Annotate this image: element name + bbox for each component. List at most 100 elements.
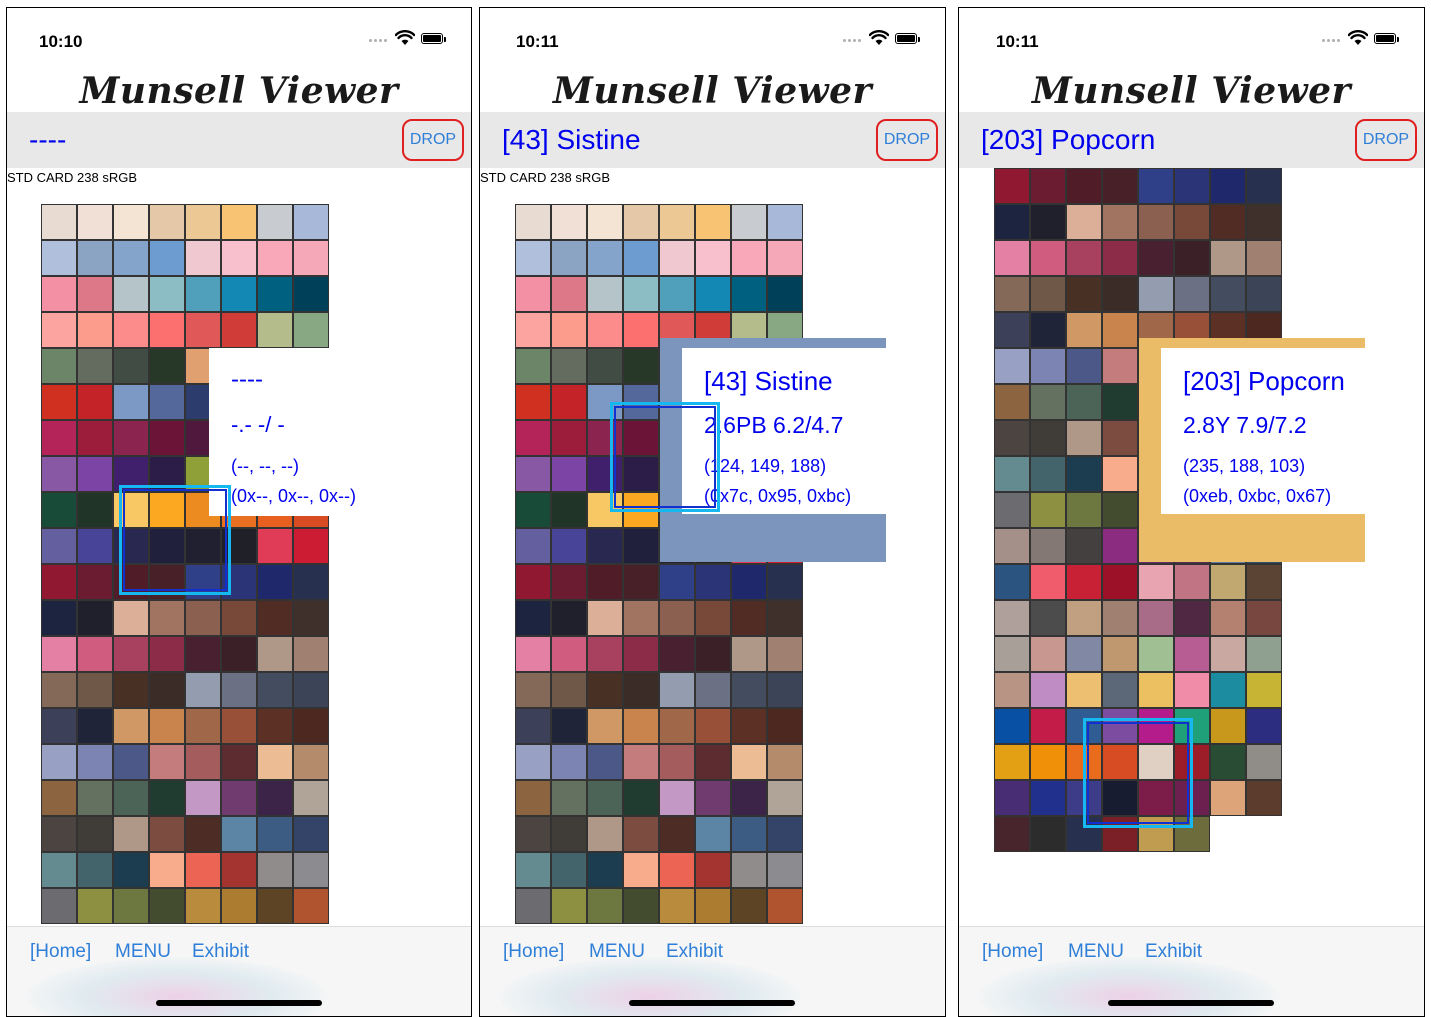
color-swatch[interactable]	[551, 564, 587, 600]
color-swatch[interactable]	[1174, 240, 1210, 276]
color-swatch[interactable]	[113, 816, 149, 852]
selection-box[interactable]	[610, 402, 720, 512]
color-swatch[interactable]	[77, 816, 113, 852]
color-swatch[interactable]	[695, 708, 731, 744]
color-swatch[interactable]	[551, 852, 587, 888]
color-swatch[interactable]	[293, 888, 329, 924]
color-swatch[interactable]	[257, 708, 293, 744]
color-swatch[interactable]	[41, 672, 77, 708]
color-swatch[interactable]	[1066, 636, 1102, 672]
color-swatch[interactable]	[221, 240, 257, 276]
color-swatch[interactable]	[623, 528, 659, 564]
color-swatch[interactable]	[113, 348, 149, 384]
color-swatch[interactable]	[77, 744, 113, 780]
color-swatch[interactable]	[731, 636, 767, 672]
color-swatch[interactable]	[41, 528, 77, 564]
color-swatch[interactable]	[149, 420, 185, 456]
color-swatch[interactable]	[41, 780, 77, 816]
color-swatch[interactable]	[77, 600, 113, 636]
color-swatch[interactable]	[221, 204, 257, 240]
color-swatch[interactable]	[1174, 204, 1210, 240]
color-swatch[interactable]	[77, 780, 113, 816]
color-swatch[interactable]	[731, 780, 767, 816]
color-swatch[interactable]	[1138, 276, 1174, 312]
color-swatch[interactable]	[623, 888, 659, 924]
color-swatch[interactable]	[994, 276, 1030, 312]
color-swatch[interactable]	[551, 420, 587, 456]
color-swatch[interactable]	[1246, 564, 1282, 600]
color-swatch[interactable]	[695, 816, 731, 852]
color-swatch[interactable]	[1210, 672, 1246, 708]
color-swatch[interactable]	[113, 780, 149, 816]
color-swatch[interactable]	[257, 276, 293, 312]
color-swatch[interactable]	[185, 708, 221, 744]
color-swatch[interactable]	[149, 636, 185, 672]
home-link[interactable]: [Home]	[503, 941, 564, 963]
color-swatch[interactable]	[1102, 348, 1138, 384]
color-swatch[interactable]	[257, 636, 293, 672]
color-swatch[interactable]	[221, 816, 257, 852]
color-swatch[interactable]	[767, 600, 803, 636]
color-swatch[interactable]	[149, 204, 185, 240]
color-swatch[interactable]	[185, 204, 221, 240]
color-swatch[interactable]	[767, 204, 803, 240]
color-swatch[interactable]	[257, 816, 293, 852]
exhibit-link[interactable]: Exhibit	[666, 941, 723, 963]
color-swatch[interactable]	[659, 240, 695, 276]
color-swatch[interactable]	[551, 672, 587, 708]
color-swatch[interactable]	[185, 636, 221, 672]
color-swatch[interactable]	[257, 600, 293, 636]
color-swatch[interactable]	[1210, 564, 1246, 600]
color-swatch[interactable]	[77, 240, 113, 276]
color-swatch[interactable]	[1030, 708, 1066, 744]
color-swatch[interactable]	[257, 204, 293, 240]
color-swatch[interactable]	[587, 780, 623, 816]
color-swatch[interactable]	[551, 492, 587, 528]
color-swatch[interactable]	[1066, 528, 1102, 564]
color-swatch[interactable]	[587, 744, 623, 780]
menu-link[interactable]: MENU	[589, 941, 645, 963]
color-swatch[interactable]	[77, 888, 113, 924]
color-swatch[interactable]	[551, 636, 587, 672]
color-swatch[interactable]	[221, 636, 257, 672]
color-swatch[interactable]	[1066, 564, 1102, 600]
color-swatch[interactable]	[659, 816, 695, 852]
color-swatch[interactable]	[1102, 600, 1138, 636]
color-swatch[interactable]	[731, 204, 767, 240]
color-swatch[interactable]	[293, 528, 329, 564]
color-swatch[interactable]	[1102, 672, 1138, 708]
color-swatch[interactable]	[41, 816, 77, 852]
color-swatch[interactable]	[113, 204, 149, 240]
color-swatch[interactable]	[994, 240, 1030, 276]
color-swatch[interactable]	[515, 888, 551, 924]
color-swatch[interactable]	[77, 276, 113, 312]
color-swatch[interactable]	[659, 564, 695, 600]
color-swatch[interactable]	[731, 816, 767, 852]
color-swatch[interactable]	[551, 744, 587, 780]
color-swatch[interactable]	[149, 852, 185, 888]
color-swatch[interactable]	[515, 528, 551, 564]
color-swatch[interactable]	[257, 672, 293, 708]
color-swatch[interactable]	[994, 708, 1030, 744]
color-swatch[interactable]	[515, 600, 551, 636]
color-swatch[interactable]	[1210, 708, 1246, 744]
color-swatch[interactable]	[767, 852, 803, 888]
color-swatch[interactable]	[1246, 780, 1282, 816]
selection-box[interactable]	[119, 485, 231, 595]
color-swatch[interactable]	[77, 204, 113, 240]
color-swatch[interactable]	[293, 780, 329, 816]
color-swatch[interactable]	[623, 780, 659, 816]
color-swatch[interactable]	[257, 528, 293, 564]
color-swatch[interactable]	[293, 276, 329, 312]
color-swatch[interactable]	[587, 600, 623, 636]
color-swatch[interactable]	[551, 456, 587, 492]
color-swatch[interactable]	[551, 384, 587, 420]
color-swatch[interactable]	[221, 780, 257, 816]
color-swatch[interactable]	[515, 672, 551, 708]
color-swatch[interactable]	[994, 600, 1030, 636]
color-swatch[interactable]	[1066, 672, 1102, 708]
color-swatch[interactable]	[1102, 168, 1138, 204]
color-swatch[interactable]	[587, 564, 623, 600]
color-swatch[interactable]	[1174, 672, 1210, 708]
color-swatch[interactable]	[41, 240, 77, 276]
